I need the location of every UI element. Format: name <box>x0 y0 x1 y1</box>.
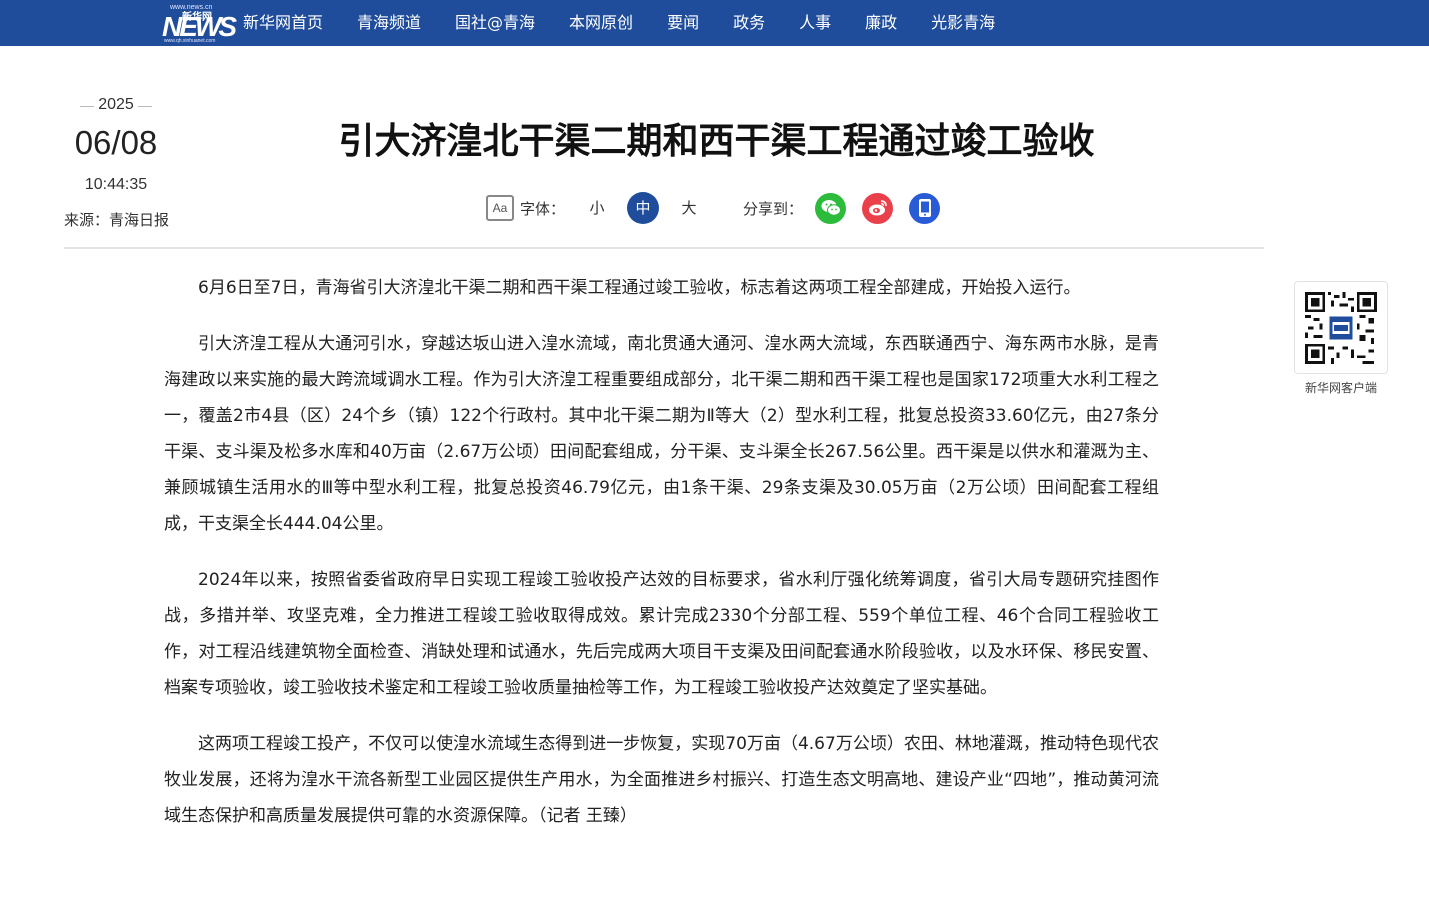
weibo-share-button[interactable] <box>862 192 894 224</box>
article-paragraph: 这两项工程竣工投产，不仅可以使湟水流域生态得到进一步恢复，实现70万亩（4.67… <box>164 734 1159 826</box>
wechat-icon <box>821 200 841 216</box>
font-large-button[interactable]: 大 <box>673 192 705 224</box>
publish-time: 10:44:35 <box>84 176 148 193</box>
publish-year-text: 2025 <box>98 96 134 113</box>
article-tools: Aa 字体： 小 中 大 分享到： <box>486 191 956 225</box>
publish-date: 06/08 <box>74 124 158 161</box>
nav-item-original[interactable]: 本网原创 <box>569 0 633 46</box>
nav-item-personnel[interactable]: 人事 <box>799 0 831 46</box>
font-size-label: 字体： <box>520 199 566 218</box>
font-size-icon: Aa <box>486 195 514 221</box>
logo-url-bottom: www.qh.xinhuanet.com <box>164 38 216 44</box>
article-source: 来源：青海日报 <box>64 211 170 229</box>
year-line-right <box>138 106 152 107</box>
qr-code-box[interactable] <box>1294 281 1388 374</box>
publish-year: 2025 <box>80 96 152 116</box>
nav-item-photo[interactable]: 光影青海 <box>931 0 995 46</box>
wechat-share-button[interactable] <box>815 192 847 224</box>
nav-item-guoshe-qinghai[interactable]: 国社@青海 <box>455 0 535 46</box>
qr-code-icon <box>1305 292 1377 364</box>
app-share-button[interactable] <box>909 192 941 224</box>
nav-item-integrity[interactable]: 廉政 <box>865 0 897 46</box>
article-paragraph: 2024年以来，按照省委省政府早日实现工程竣工验收投产达效的目标要求，省水利厅强… <box>164 570 1159 698</box>
weibo-icon <box>868 200 887 216</box>
title-divider <box>64 247 1264 249</box>
article-paragraph: 6月6日至7日，青海省引大济湟北干渠二期和西干渠工程通过竣工验收，标志着这两项工… <box>198 278 1081 298</box>
nav-menu: 新华网首页 青海频道 国社@青海 本网原创 要闻 政务 人事 廉政 光影青海 <box>243 0 1029 46</box>
nav-item-headlines[interactable]: 要闻 <box>667 0 699 46</box>
nav-item-government[interactable]: 政务 <box>733 0 765 46</box>
logo-url-top: www.news.cn <box>170 4 213 11</box>
xinhua-logo[interactable]: www.news.cn NEWS 新华网 www.qh.xinhuanet.co… <box>160 4 237 44</box>
article-paragraph: 引大济湟工程从大通河引水，穿越达坂山进入湟水流域，南北贯通大通河、湟水两大流域，… <box>164 334 1159 534</box>
mobile-icon <box>918 199 931 217</box>
logo-cn-text: 新华网 <box>182 12 212 23</box>
nav-item-qinghai-channel[interactable]: 青海频道 <box>357 0 421 46</box>
top-nav-bar: www.news.cn NEWS 新华网 www.qh.xinhuanet.co… <box>0 0 1429 46</box>
font-medium-button[interactable]: 中 <box>627 192 660 224</box>
nav-item-home[interactable]: 新华网首页 <box>243 0 323 46</box>
share-label: 分享到： <box>743 199 804 218</box>
article-body: 6月6日至7日，青海省引大济湟北干渠二期和西干渠工程通过竣工验收，标志着这两项工… <box>164 270 1159 854</box>
qr-code-caption: 新华网客户端 <box>1304 381 1377 395</box>
article-title: 引大济湟北干渠二期和西干渠工程通过竣工验收 <box>338 121 1095 162</box>
font-small-button[interactable]: 小 <box>581 192 613 224</box>
year-line-left <box>80 106 94 107</box>
